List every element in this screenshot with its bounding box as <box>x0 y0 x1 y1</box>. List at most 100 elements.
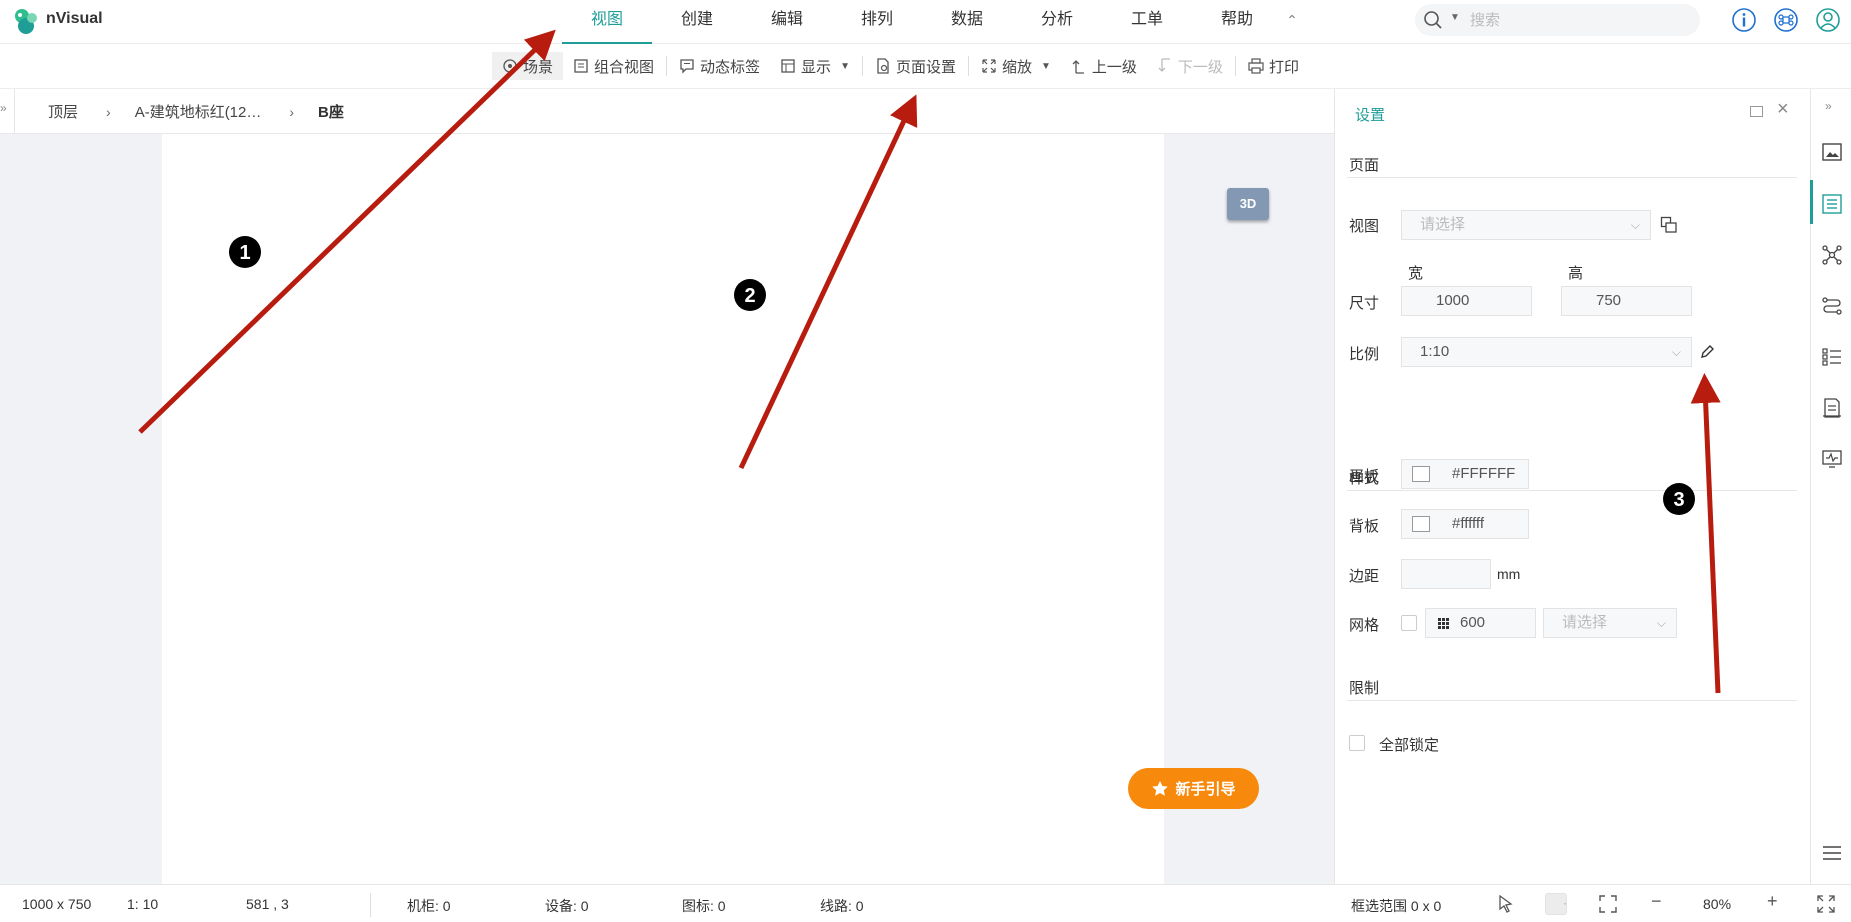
grid-unit-select[interactable]: 请选择 ⌵ <box>1543 608 1677 638</box>
grid-label: 网格 <box>1349 617 1380 634</box>
menu-create[interactable]: 创建 <box>652 0 742 44</box>
view-3d-button[interactable]: 3D <box>1227 188 1269 220</box>
bg-color-value: #ffffff <box>1452 515 1484 532</box>
status-page-size: 1000 x 750 <box>22 896 92 912</box>
search-input[interactable] <box>1470 8 1690 32</box>
zoom-label: 缩放 <box>1001 58 1032 76</box>
page-settings-button[interactable]: 页面设置 <box>865 52 966 80</box>
expand-right-panel-icon[interactable]: » <box>1825 99 1832 113</box>
width-label: 宽 <box>1408 265 1424 282</box>
grid-size-input[interactable]: 600 <box>1425 608 1536 638</box>
document-icon[interactable] <box>1821 397 1843 419</box>
grid-dots-icon <box>1438 618 1449 629</box>
zoom-dropdown[interactable]: 缩放 ▼ <box>971 52 1061 80</box>
lock-all-checkbox[interactable] <box>1349 735 1365 751</box>
toolbar-divider <box>861 56 863 76</box>
up-level-button[interactable]: 上一级 <box>1061 52 1147 80</box>
status-racks: 机柜: 0 <box>407 898 451 914</box>
grid-checkbox[interactable] <box>1401 615 1417 631</box>
menu-data[interactable]: 数据 <box>922 0 1012 44</box>
scale-select[interactable]: 1:10 ⌵ <box>1401 337 1692 367</box>
down-level-button[interactable]: 下一级 <box>1147 52 1233 80</box>
menu-help[interactable]: 帮助 <box>1192 0 1282 44</box>
printer-icon <box>1248 58 1264 74</box>
menu-edit[interactable]: 编辑 <box>742 0 832 44</box>
top-bar: nVisual 视图 创建 编辑 排列 数据 分析 工单 帮助 ⌃ ▼ <box>0 0 1851 44</box>
chevron-down-icon: ⌵ <box>1671 345 1681 359</box>
height-input[interactable]: 750 <box>1561 286 1692 316</box>
search-scope-chevron-down-icon[interactable]: ▼ <box>1450 12 1460 23</box>
menu-view[interactable]: 视图 <box>562 0 652 44</box>
scene-icon <box>503 59 517 73</box>
info-icon[interactable] <box>1730 6 1758 34</box>
expand-arrows-icon <box>982 59 996 73</box>
status-bar: 1000 x 750 1: 10 581 , 3 机柜: 0 设备: 0 图标:… <box>0 884 1851 922</box>
user-avatar-icon[interactable] <box>1814 6 1842 34</box>
copy-view-icon[interactable] <box>1660 216 1678 234</box>
grid-size-value: 600 <box>1460 614 1486 631</box>
route-icon[interactable] <box>1821 295 1843 317</box>
monitor-pulse-icon[interactable] <box>1821 448 1843 470</box>
bg-color-swatch[interactable] <box>1412 516 1430 532</box>
command-icon[interactable] <box>1772 6 1800 34</box>
caret-down-icon: ▼ <box>840 60 850 72</box>
pointer-tool-icon[interactable] <box>1494 893 1516 915</box>
breadcrumb-item-top[interactable]: 顶层 <box>48 101 78 122</box>
layout-icon <box>781 59 795 73</box>
drawing-page[interactable] <box>162 134 1164 884</box>
zoom-out-icon[interactable]: − <box>1651 891 1662 912</box>
chevron-down-icon: ⌵ <box>1656 616 1666 630</box>
down-level-label: 下一级 <box>1177 58 1223 76</box>
level-down-icon <box>1158 58 1170 72</box>
comment-icon <box>680 59 694 74</box>
menu-workorder[interactable]: 工单 <box>1102 0 1192 44</box>
maximize-icon[interactable] <box>1750 106 1763 117</box>
list-tree-icon[interactable] <box>1821 346 1843 368</box>
width-input[interactable]: 1000 <box>1401 286 1532 316</box>
fit-screen-icon[interactable] <box>1597 893 1619 915</box>
star-icon <box>1152 780 1169 796</box>
close-icon[interactable]: × <box>1777 99 1789 119</box>
display-label: 显示 <box>801 58 832 76</box>
settings-list-icon[interactable] <box>1821 193 1843 215</box>
canvas-color-swatch[interactable] <box>1412 466 1430 482</box>
expand-left-panel-icon[interactable]: » <box>0 101 12 115</box>
image-panel-icon[interactable] <box>1821 141 1843 163</box>
fullscreen-icon[interactable] <box>1815 893 1837 915</box>
scale-select-value: 1:10 <box>1420 343 1450 360</box>
hand-pan-tool-icon[interactable] <box>1545 893 1567 915</box>
up-level-label: 上一级 <box>1091 58 1137 76</box>
hamburger-menu-icon[interactable] <box>1822 845 1842 861</box>
combo-view-button[interactable]: 组合视图 <box>563 52 664 80</box>
scene-label: 场景 <box>523 58 554 76</box>
grid-unit-value: 请选择 <box>1562 614 1608 631</box>
zoom-in-icon[interactable]: + <box>1767 891 1778 912</box>
collapse-menu-icon[interactable]: ⌃ <box>1282 0 1302 44</box>
edit-pencil-icon[interactable] <box>1699 344 1715 360</box>
settings-title: 设置 <box>1355 107 1386 124</box>
canvas-color-picker[interactable]: #FFFFFF <box>1401 459 1529 489</box>
bg-color-picker[interactable]: #ffffff <box>1401 509 1529 539</box>
status-coords: 581 , 3 <box>246 896 289 912</box>
drawing-canvas[interactable]: 3D 新手引导 <box>0 134 1334 884</box>
dynamic-label-button[interactable]: 动态标签 <box>669 52 770 80</box>
menu-analysis[interactable]: 分析 <box>1012 0 1102 44</box>
margin-input[interactable] <box>1401 559 1491 589</box>
print-button[interactable]: 打印 <box>1238 52 1309 80</box>
search-box[interactable]: ▼ <box>1415 4 1700 36</box>
breadcrumb-bar: » 顶层 › A-建筑地标红(12… › B座 <box>0 89 1334 134</box>
breadcrumb-item-building[interactable]: A-建筑地标红(12… <box>135 101 262 122</box>
beginner-guide-button[interactable]: 新手引导 <box>1128 768 1259 809</box>
view-select[interactable]: 请选择 ⌵ <box>1401 210 1651 240</box>
view-toolbar: 场景 组合视图 动态标签 显示 ▼ 页面设置 缩放 ▼ 上一级 下一级 打印 <box>0 44 1851 89</box>
divider <box>370 893 371 917</box>
active-indicator <box>1810 180 1813 224</box>
toolbar-divider <box>967 56 969 76</box>
network-topology-icon[interactable] <box>1821 244 1843 266</box>
section-limit: 限制 <box>1347 665 1797 701</box>
display-dropdown[interactable]: 显示 ▼ <box>770 52 860 80</box>
menu-arrange[interactable]: 排列 <box>832 0 922 44</box>
size-field-label: 尺寸 <box>1349 295 1380 312</box>
scene-button[interactable]: 场景 <box>492 52 564 80</box>
chevron-right-icon: › <box>106 103 111 120</box>
